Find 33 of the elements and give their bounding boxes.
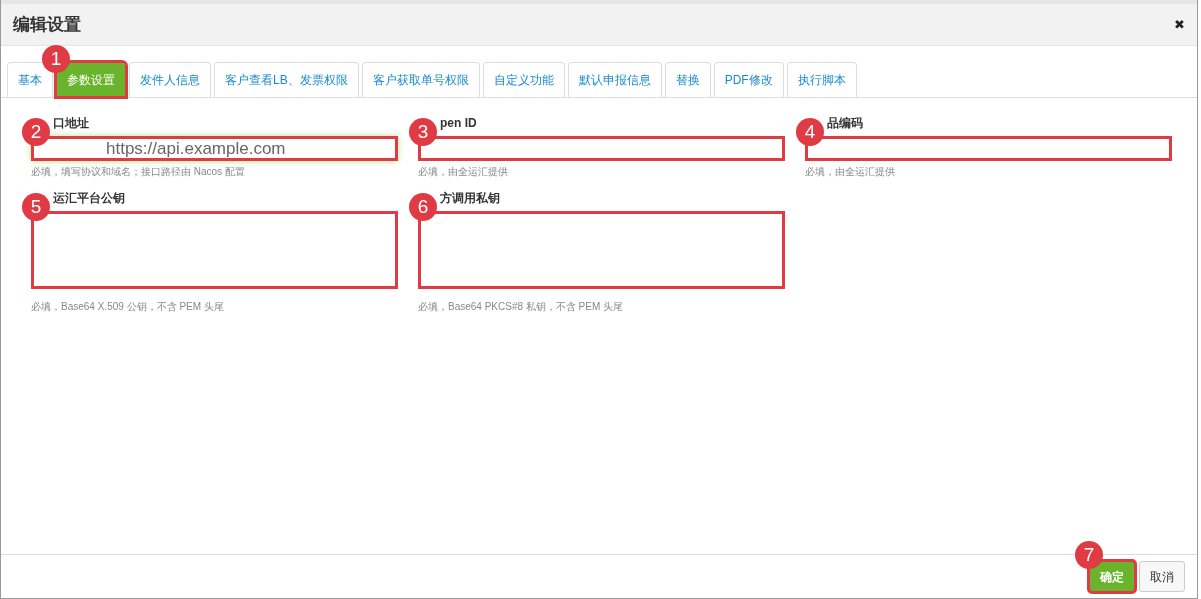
tab[interactable]: 执行脚本 [786,62,857,97]
cancel-button[interactable]: 取消 [1139,561,1185,592]
callout-badge: 6 [409,193,437,221]
field-hint: 必填，由全运汇提供 [418,165,509,179]
tab[interactable]: 客户查看LB、发票权限 [214,62,359,97]
callout-badge: 4 [796,118,824,146]
confirm-button[interactable]: 确定 [1089,561,1135,592]
text-area[interactable] [31,211,398,289]
callout-badge: 2 [22,118,50,146]
tab[interactable]: 自定义功能 [482,62,565,97]
field-hint: 必填，填写协议和域名；接口路径由 Nacos 配置 [31,165,246,179]
field-label: 口地址 [53,115,89,132]
tab[interactable]: 基本 [7,62,53,97]
field-label: 品编码 [827,115,863,132]
tab[interactable]: 发件人信息 [129,62,211,97]
tab[interactable]: 默认申报信息 [567,62,662,97]
tab[interactable]: PDF修改 [713,62,784,97]
callout-badge: 5 [22,193,50,221]
field-label: 运汇平台公钥 [53,190,125,207]
field-hint: 必填，Base64 X.509 公钥，不含 PEM 头尾 [31,300,225,314]
field-hint: 必填，Base64 PKCS#8 私钥，不含 PEM 头尾 [418,300,625,314]
callout-badge: 3 [409,118,437,146]
field-label: pen ID [440,115,477,132]
dialog-title: 编辑设置 [13,13,81,36]
input-field[interactable] [805,136,1172,161]
field-hint: 必填，由全运汇提供 [805,165,896,179]
tab[interactable]: 客户获取单号权限 [361,62,480,97]
close-button[interactable]: ✖ [1174,14,1185,35]
tab[interactable]: 替换 [664,62,711,97]
input-field[interactable] [418,136,785,161]
text-area[interactable] [418,211,785,289]
callout-badge: 7 [1075,541,1103,569]
field-label: 方调用私钥 [440,190,500,207]
